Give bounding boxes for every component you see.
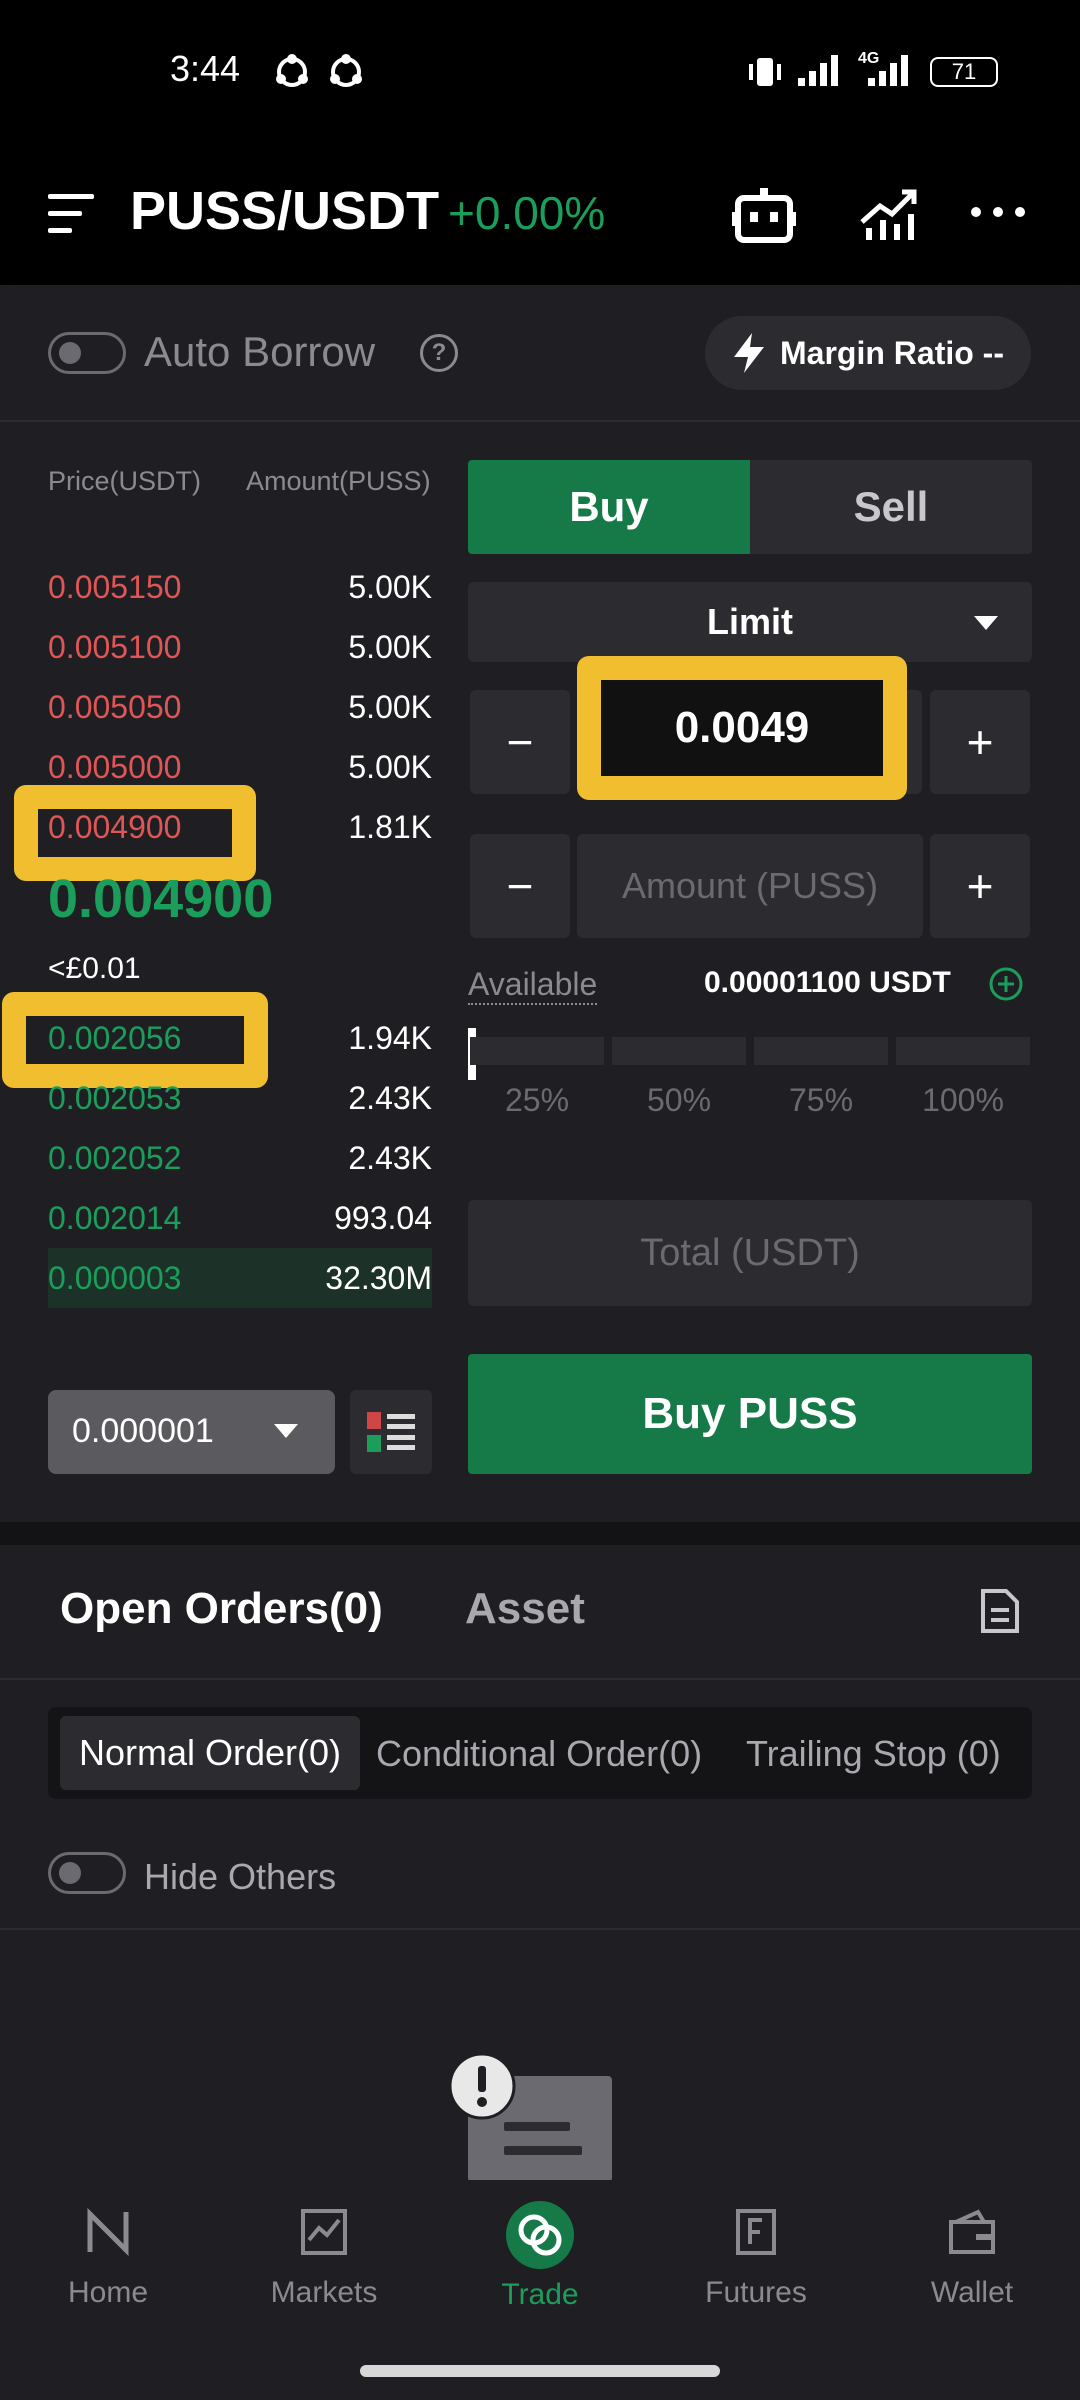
price-change: +0.00% [448, 187, 606, 239]
home-icon [87, 2207, 129, 2257]
nav-trade[interactable]: Trade [450, 2201, 630, 2312]
menu-icon[interactable] [48, 192, 94, 236]
hide-others-label: Hide Others [144, 1856, 337, 1897]
subtab-trailing-stop[interactable]: Trailing Stop (0) [746, 1733, 1001, 1775]
nav-markets[interactable]: Markets [234, 2208, 414, 2310]
slider-segment[interactable] [896, 1037, 1030, 1065]
last-price: 0.004900 [48, 869, 274, 929]
divider [0, 420, 1080, 422]
ask-row[interactable]: 0.005050 5.00K [48, 677, 432, 737]
vibrate-icon [749, 58, 781, 86]
nav-futures[interactable]: Futures [666, 2208, 846, 2310]
percent-25[interactable]: 25% [472, 1082, 602, 1119]
trade-icon [506, 2201, 574, 2269]
buy-submit-button[interactable]: Buy PUSS [468, 1354, 1032, 1474]
price-decrease-button[interactable]: − [470, 690, 570, 794]
book-layout-button[interactable] [350, 1390, 432, 1474]
section-separator [0, 1522, 1080, 1546]
notification-icons [276, 54, 362, 87]
empty-orders-icon [448, 2052, 612, 2182]
ask-row[interactable]: 0.004900 1.81K [48, 797, 432, 857]
subtab-normal-order[interactable]: Normal Order(0) [60, 1716, 360, 1790]
buy-tab[interactable]: Buy [468, 460, 750, 554]
auto-borrow-label: Auto Borrow [144, 328, 376, 375]
more-icon[interactable] [970, 206, 1026, 218]
help-icon[interactable]: ? [420, 334, 458, 372]
slider-segment[interactable] [612, 1037, 746, 1065]
book-layout-icon [367, 1412, 415, 1452]
order-type-value: Limit [707, 601, 793, 642]
bid-row[interactable]: 0.002056 1.94K [48, 1008, 432, 1068]
order-history-icon[interactable] [980, 1588, 1020, 1634]
amount-increase-button[interactable]: + [930, 834, 1030, 938]
margin-ratio-label: Margin Ratio -- [780, 334, 1004, 371]
divider [0, 1928, 1080, 1930]
available-value: 0.00001100 USDT [704, 966, 951, 999]
chevron-down-icon [974, 616, 998, 630]
amount-header: Amount(PUSS) [246, 466, 431, 496]
slider-segment[interactable] [470, 1037, 604, 1065]
tab-open-orders[interactable]: Open Orders(0) [60, 1584, 383, 1634]
slider-segment[interactable] [754, 1037, 888, 1065]
add-funds-icon[interactable] [988, 966, 1024, 1002]
divider [0, 1678, 1080, 1680]
signal-icon [798, 55, 838, 86]
signal-2-icon [868, 55, 908, 86]
subtab-conditional-order[interactable]: Conditional Order(0) [376, 1733, 702, 1775]
bid-row[interactable]: 0.002014 993.04 [48, 1188, 432, 1248]
lightning-icon [734, 333, 764, 373]
markets-icon [301, 2209, 347, 2255]
available-label[interactable]: Available [468, 966, 598, 1005]
auto-borrow-toggle[interactable] [48, 332, 126, 374]
bot-icon[interactable] [732, 188, 796, 244]
percent-75[interactable]: 75% [756, 1082, 886, 1119]
battery-icon: 71 [930, 57, 998, 87]
ask-row[interactable]: 0.005100 5.00K [48, 617, 432, 677]
price-input-value: 0.0049 [674, 703, 810, 752]
trading-pair-title[interactable]: PUSS/USDT [130, 180, 439, 242]
sell-tab[interactable]: Sell [750, 460, 1032, 554]
margin-ratio-button[interactable]: Margin Ratio -- [705, 316, 1031, 390]
order-type-select[interactable]: Limit [468, 582, 1032, 662]
percent-100[interactable]: 100% [898, 1082, 1028, 1119]
chart-icon[interactable] [860, 188, 918, 240]
chevron-down-icon [274, 1424, 298, 1438]
precision-value: 0.000001 [72, 1412, 214, 1450]
nav-wallet[interactable]: Wallet [882, 2208, 1062, 2310]
hide-others-toggle[interactable] [48, 1852, 126, 1894]
precision-select[interactable]: 0.000001 [48, 1390, 335, 1474]
status-time: 3:44 [170, 48, 241, 89]
bid-row[interactable]: 0.002053 2.43K [48, 1068, 432, 1128]
wallet-icon [949, 2209, 995, 2254]
bid-row[interactable]: 0.000003 32.30M [48, 1248, 432, 1308]
amount-decrease-button[interactable]: − [470, 834, 570, 938]
tab-asset[interactable]: Asset [465, 1584, 585, 1634]
amount-input[interactable]: Amount (PUSS) [577, 834, 923, 938]
price-header: Price(USDT) [48, 466, 201, 496]
percent-50[interactable]: 50% [614, 1082, 744, 1119]
status-bar [0, 0, 1080, 150]
price-input[interactable]: 0.0049 [577, 656, 907, 800]
price-increase-button[interactable]: + [930, 690, 1030, 794]
total-input[interactable]: Total (USDT) [468, 1200, 1032, 1306]
fiat-price: <£0.01 [48, 952, 141, 985]
nav-home[interactable]: Home [18, 2207, 198, 2310]
home-indicator [360, 2365, 720, 2377]
futures-icon [736, 2209, 776, 2255]
ask-row[interactable]: 0.005150 5.00K [48, 557, 432, 617]
bid-row[interactable]: 0.002052 2.43K [48, 1128, 432, 1188]
